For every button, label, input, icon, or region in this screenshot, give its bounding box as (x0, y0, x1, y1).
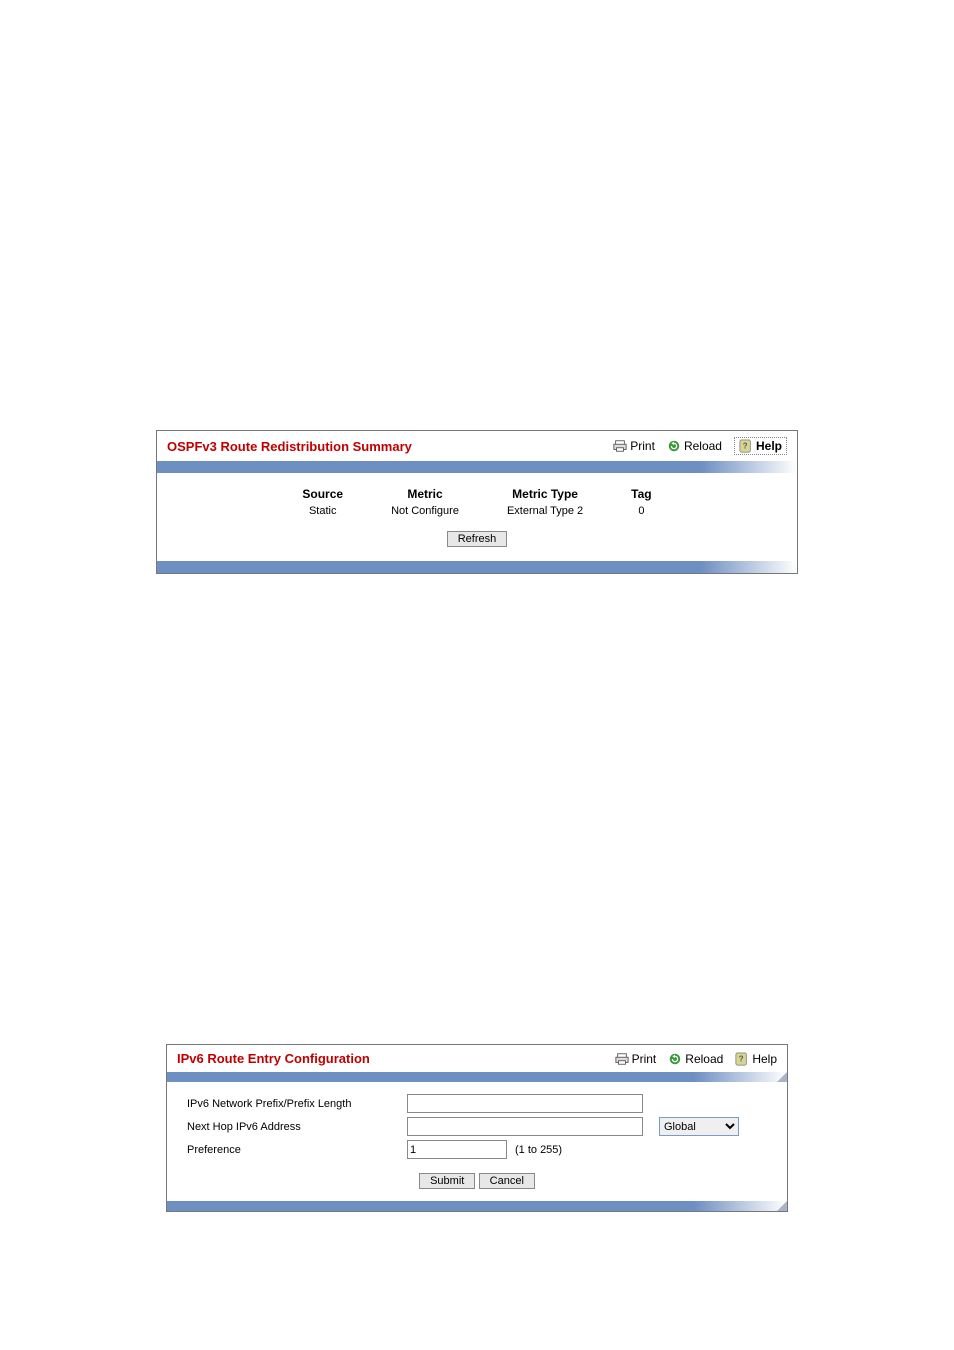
nexthop-label: Next Hop IPv6 Address (187, 1121, 407, 1133)
divider-bar (157, 461, 797, 473)
ipv6-route-config-panel: IPv6 Route Entry Configuration Print Rel… (166, 1044, 788, 1212)
help-icon: ? (739, 439, 753, 453)
preference-label: Preference (187, 1144, 407, 1156)
svg-text:?: ? (743, 442, 748, 451)
cell-tag: 0 (607, 503, 675, 519)
panel-title: OSPFv3 Route Redistribution Summary (167, 439, 613, 454)
cell-metric: Not Configure (367, 503, 483, 519)
help-label: Help (756, 439, 782, 453)
print-icon (615, 1052, 629, 1066)
preference-range: (1 to 255) (515, 1144, 562, 1156)
config-form: IPv6 Network Prefix/Prefix Length Next H… (167, 1082, 787, 1167)
col-source: Source (278, 485, 367, 503)
reload-button[interactable]: Reload (668, 1052, 723, 1066)
refresh-button[interactable]: Refresh (447, 531, 508, 547)
header-actions: Print Reload ? Help (613, 437, 787, 455)
nexthop-scope-select[interactable]: Global (659, 1117, 739, 1136)
prefix-input[interactable] (407, 1094, 643, 1113)
submit-button[interactable]: Submit (419, 1173, 475, 1189)
reload-label: Reload (684, 439, 722, 453)
reload-icon (668, 1052, 682, 1066)
prefix-row: IPv6 Network Prefix/Prefix Length (187, 1094, 767, 1113)
print-icon (613, 439, 627, 453)
summary-body: Source Metric Metric Type Tag Static Not… (157, 473, 797, 521)
divider-bar-bottom (167, 1201, 787, 1211)
summary-table: Source Metric Metric Type Tag Static Not… (278, 485, 675, 519)
help-label: Help (752, 1052, 777, 1066)
cancel-button[interactable]: Cancel (479, 1173, 535, 1189)
help-button[interactable]: ? Help (734, 437, 787, 455)
corner-triangle-icon (777, 1072, 787, 1082)
print-label: Print (630, 439, 655, 453)
divider-bar (167, 1072, 787, 1082)
panel-header: IPv6 Route Entry Configuration Print Rel… (167, 1045, 787, 1072)
panel-title: IPv6 Route Entry Configuration (177, 1051, 615, 1066)
col-metric-type: Metric Type (483, 485, 607, 503)
print-button[interactable]: Print (613, 439, 655, 453)
reload-icon (667, 439, 681, 453)
divider-bar-bottom (157, 561, 797, 573)
cell-metric-type: External Type 2 (483, 503, 607, 519)
header-actions: Print Reload ? Help (615, 1052, 777, 1066)
ospfv3-summary-panel: OSPFv3 Route Redistribution Summary Prin… (156, 430, 798, 574)
help-button[interactable]: ? Help (735, 1052, 777, 1066)
table-header-row: Source Metric Metric Type Tag (278, 485, 675, 503)
preference-input[interactable] (407, 1140, 507, 1159)
panel-header: OSPFv3 Route Redistribution Summary Prin… (157, 431, 797, 461)
preference-row: Preference (1 to 255) (187, 1140, 767, 1159)
table-row: Static Not Configure External Type 2 0 (278, 503, 675, 519)
prefix-label: IPv6 Network Prefix/Prefix Length (187, 1098, 407, 1110)
corner-triangle-icon (777, 1201, 787, 1211)
col-metric: Metric (367, 485, 483, 503)
col-tag: Tag (607, 485, 675, 503)
button-row: Submit Cancel (167, 1167, 787, 1201)
reload-button[interactable]: Reload (667, 439, 722, 453)
reload-label: Reload (685, 1052, 723, 1066)
cell-source: Static (278, 503, 367, 519)
nexthop-row: Next Hop IPv6 Address Global (187, 1117, 767, 1136)
print-button[interactable]: Print (615, 1052, 657, 1066)
svg-text:?: ? (739, 1054, 744, 1063)
button-row: Refresh (157, 521, 797, 561)
help-icon: ? (735, 1052, 749, 1066)
print-label: Print (632, 1052, 657, 1066)
nexthop-input[interactable] (407, 1117, 643, 1136)
